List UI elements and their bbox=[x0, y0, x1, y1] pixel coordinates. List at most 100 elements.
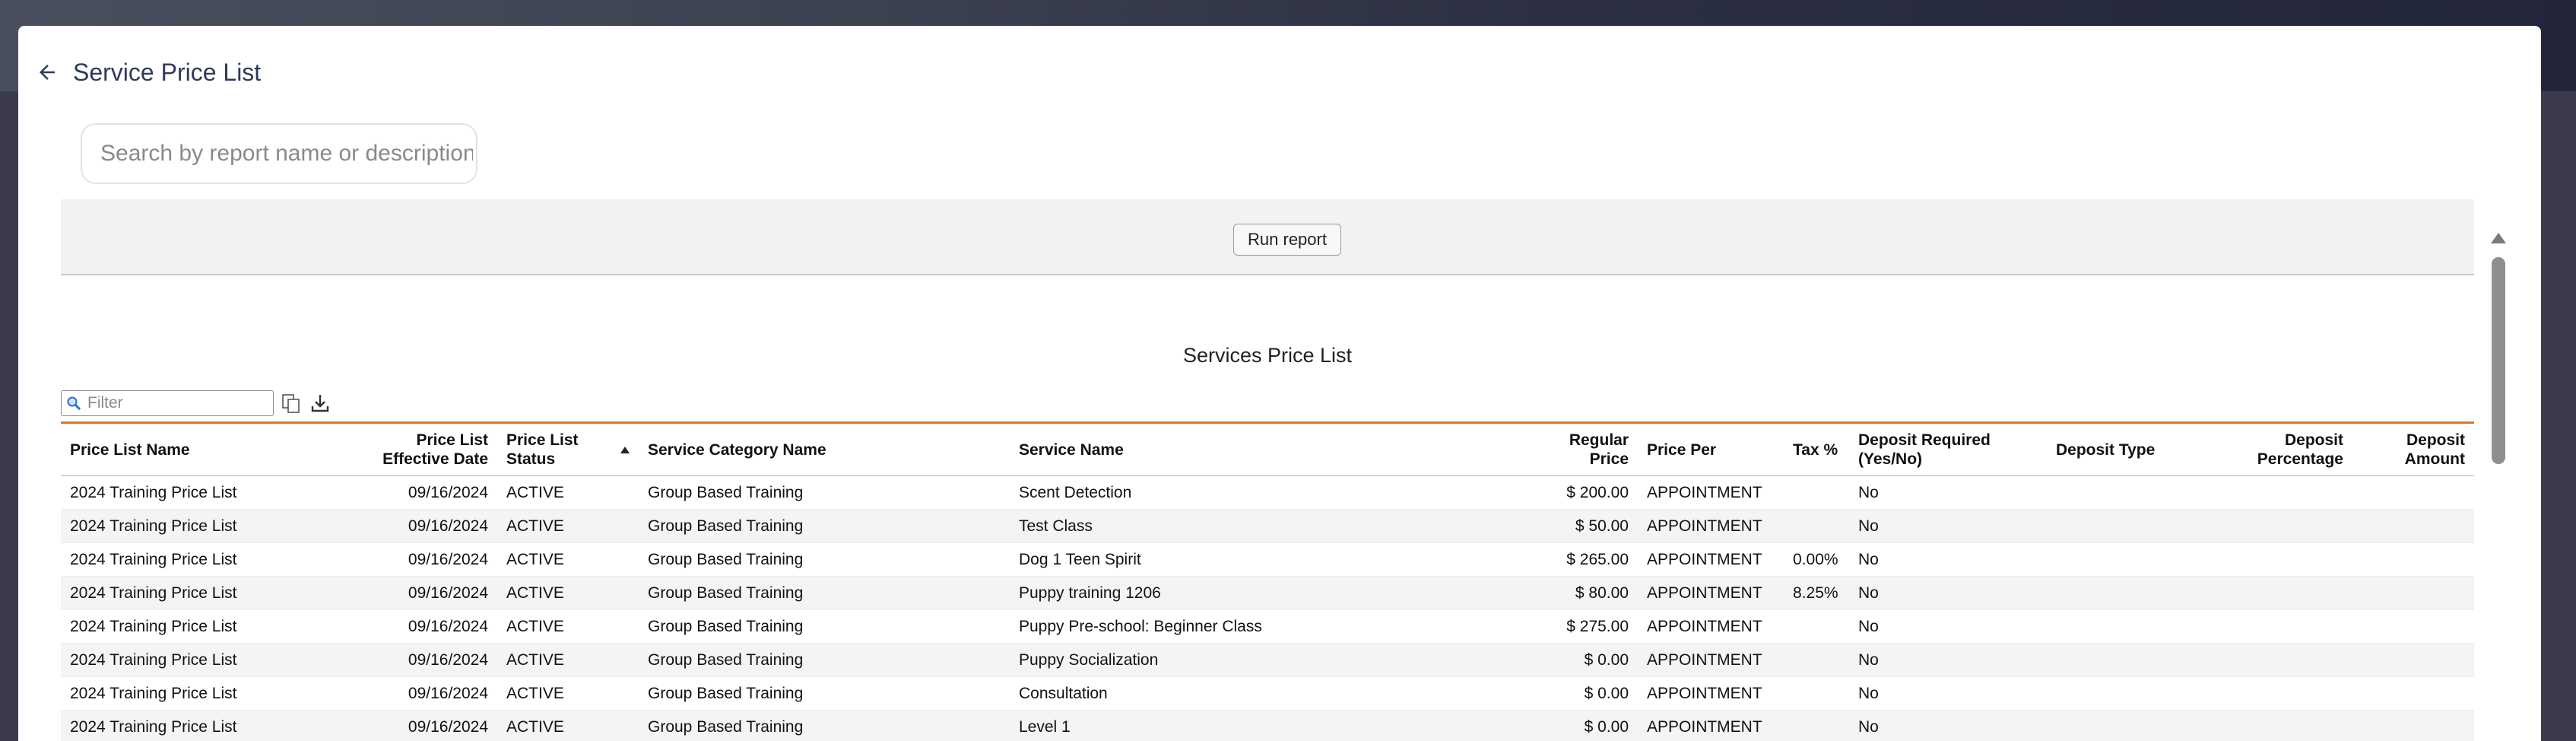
col-header-tax[interactable]: Tax % bbox=[1784, 424, 1849, 476]
vertical-scrollbar[interactable] bbox=[2491, 230, 2506, 741]
tax-cell bbox=[1784, 644, 1849, 677]
deposit-required-cell: No bbox=[1849, 510, 2047, 543]
run-report-button[interactable]: Run report bbox=[1233, 224, 1341, 256]
service-name-cell: Consultation bbox=[1010, 677, 1527, 711]
report-search bbox=[81, 123, 477, 184]
service-name-cell: Puppy Pre-school: Beginner Class bbox=[1010, 610, 1527, 644]
download-icon bbox=[309, 393, 331, 414]
download-button[interactable] bbox=[309, 392, 332, 415]
regular-price-cell: $ 275.00 bbox=[1527, 610, 1638, 644]
deposit-percentage-cell bbox=[2216, 510, 2352, 543]
deposit-type-cell bbox=[2047, 510, 2216, 543]
col-header-price-list-name[interactable]: Price List Name bbox=[61, 424, 351, 476]
regular-price-cell: $ 200.00 bbox=[1527, 476, 1638, 510]
table-body: 2024 Training Price List09/16/2024ACTIVE… bbox=[61, 476, 2474, 741]
report-title: Services Price List bbox=[61, 344, 2474, 367]
status-cell: ACTIVE bbox=[497, 610, 639, 644]
search-icon bbox=[66, 396, 81, 411]
tax-cell bbox=[1784, 476, 1849, 510]
price-list-name-cell: 2024 Training Price List bbox=[61, 610, 351, 644]
report-area: Run report Services Price List bbox=[61, 199, 2474, 741]
col-header-deposit-required[interactable]: Deposit Required (Yes/No) bbox=[1849, 424, 2047, 476]
col-header-service-name[interactable]: Service Name bbox=[1010, 424, 1527, 476]
deposit-type-cell bbox=[2047, 476, 2216, 510]
service-name-cell: Test Class bbox=[1010, 510, 1527, 543]
page-title: Service Price List bbox=[73, 59, 261, 87]
deposit-required-cell: No bbox=[1849, 644, 2047, 677]
deposit-percentage-cell bbox=[2216, 610, 2352, 644]
table-header-row: Price List Name Price List Effective Dat… bbox=[61, 424, 2474, 476]
scroll-up-icon[interactable] bbox=[2491, 233, 2506, 243]
deposit-required-cell: No bbox=[1849, 577, 2047, 610]
col-header-deposit-type[interactable]: Deposit Type bbox=[2047, 424, 2216, 476]
table-row[interactable]: 2024 Training Price List09/16/2024ACTIVE… bbox=[61, 510, 2474, 543]
filter-box bbox=[61, 390, 274, 416]
table-tools bbox=[61, 388, 332, 418]
status-cell: ACTIVE bbox=[497, 577, 639, 610]
col-header-regular-price[interactable]: Regular Price bbox=[1527, 424, 1638, 476]
price-per-cell: APPOINTMENT bbox=[1638, 610, 1784, 644]
status-cell: ACTIVE bbox=[497, 644, 639, 677]
regular-price-cell: $ 50.00 bbox=[1527, 510, 1638, 543]
deposit-required-cell: No bbox=[1849, 476, 2047, 510]
col-header-service-category[interactable]: Service Category Name bbox=[639, 424, 1010, 476]
table-row[interactable]: 2024 Training Price List09/16/2024ACTIVE… bbox=[61, 577, 2474, 610]
table-row[interactable]: 2024 Training Price List09/16/2024ACTIVE… bbox=[61, 610, 2474, 644]
price-per-cell: APPOINTMENT bbox=[1638, 476, 1784, 510]
tax-cell: 0.00% bbox=[1784, 543, 1849, 577]
regular-price-cell: $ 0.00 bbox=[1527, 677, 1638, 711]
deposit-amount-cell bbox=[2352, 677, 2474, 711]
copy-button[interactable] bbox=[280, 392, 303, 415]
price-list-name-cell: 2024 Training Price List bbox=[61, 510, 351, 543]
deposit-percentage-cell bbox=[2216, 644, 2352, 677]
page-header: Service Price List bbox=[32, 55, 261, 90]
status-cell: ACTIVE bbox=[497, 510, 639, 543]
price-list-table: Price List Name Price List Effective Dat… bbox=[61, 424, 2474, 741]
regular-price-cell: $ 265.00 bbox=[1527, 543, 1638, 577]
deposit-amount-cell bbox=[2352, 610, 2474, 644]
tax-cell bbox=[1784, 610, 1849, 644]
filter-input[interactable] bbox=[86, 393, 268, 413]
status-cell: ACTIVE bbox=[497, 677, 639, 711]
service-category-cell: Group Based Training bbox=[639, 476, 1010, 510]
deposit-type-cell bbox=[2047, 610, 2216, 644]
sort-ascending-icon[interactable] bbox=[620, 447, 630, 453]
price-per-cell: APPOINTMENT bbox=[1638, 677, 1784, 711]
deposit-type-cell bbox=[2047, 543, 2216, 577]
table-row[interactable]: 2024 Training Price List09/16/2024ACTIVE… bbox=[61, 543, 2474, 577]
effective-date-cell: 09/16/2024 bbox=[351, 577, 497, 610]
price-list-name-cell: 2024 Training Price List bbox=[61, 644, 351, 677]
deposit-required-cell: No bbox=[1849, 677, 2047, 711]
col-header-status[interactable]: Price List Status bbox=[497, 424, 639, 476]
run-bar: Run report bbox=[61, 199, 2474, 275]
effective-date-cell: 09/16/2024 bbox=[351, 543, 497, 577]
col-header-deposit-amount[interactable]: Deposit Amount bbox=[2352, 424, 2474, 476]
deposit-type-cell bbox=[2047, 577, 2216, 610]
deposit-required-cell: No bbox=[1849, 543, 2047, 577]
price-per-cell: APPOINTMENT bbox=[1638, 510, 1784, 543]
effective-date-cell: 09/16/2024 bbox=[351, 644, 497, 677]
deposit-amount-cell bbox=[2352, 577, 2474, 610]
price-list-name-cell: 2024 Training Price List bbox=[61, 476, 351, 510]
effective-date-cell: 09/16/2024 bbox=[351, 677, 497, 711]
effective-date-cell: 09/16/2024 bbox=[351, 510, 497, 543]
report-search-input[interactable] bbox=[99, 140, 474, 167]
status-cell: ACTIVE bbox=[497, 476, 639, 510]
tax-cell bbox=[1784, 510, 1849, 543]
col-header-deposit-percentage[interactable]: Deposit Percentage bbox=[2216, 424, 2352, 476]
table-row[interactable]: 2024 Training Price List09/16/2024ACTIVE… bbox=[61, 476, 2474, 510]
back-button[interactable] bbox=[32, 57, 62, 87]
deposit-amount-cell bbox=[2352, 543, 2474, 577]
col-header-effective-date[interactable]: Price List Effective Date bbox=[351, 424, 497, 476]
tax-cell bbox=[1784, 677, 1849, 711]
copy-icon bbox=[281, 393, 302, 414]
deposit-type-cell bbox=[2047, 677, 2216, 711]
deposit-percentage-cell bbox=[2216, 543, 2352, 577]
table-row[interactable]: 2024 Training Price List09/16/2024ACTIVE… bbox=[61, 644, 2474, 677]
service-category-cell: Group Based Training bbox=[639, 510, 1010, 543]
col-header-price-per[interactable]: Price Per bbox=[1638, 424, 1784, 476]
deposit-amount-cell bbox=[2352, 510, 2474, 543]
deposit-amount-cell bbox=[2352, 644, 2474, 677]
scroll-thumb[interactable] bbox=[2492, 257, 2505, 464]
table-row[interactable]: 2024 Training Price List09/16/2024ACTIVE… bbox=[61, 677, 2474, 711]
